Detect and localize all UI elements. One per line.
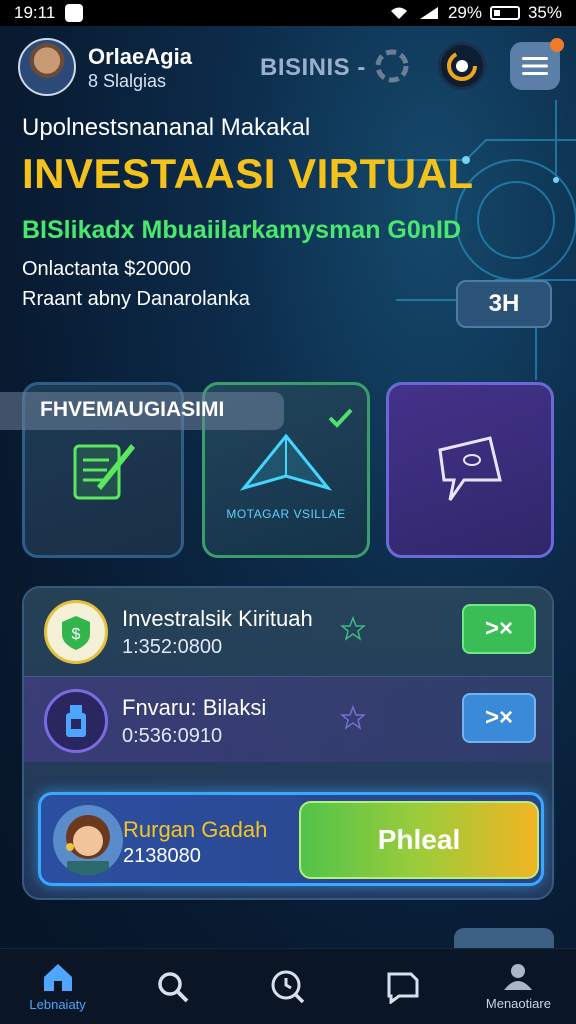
app-notification-icon bbox=[65, 4, 84, 22]
coin-icon[interactable] bbox=[438, 42, 486, 90]
brand-label[interactable]: BISINIS - bbox=[260, 54, 366, 82]
paper-plane-icon bbox=[239, 433, 333, 491]
wifi-icon bbox=[390, 7, 407, 19]
star-icon[interactable] bbox=[340, 705, 366, 731]
chat-icon bbox=[387, 972, 419, 1004]
hero-subtitle: BISlikadx Mbuaiilarkamysman G0nID bbox=[22, 216, 462, 244]
nav-label: Menaotiare bbox=[485, 996, 551, 1011]
money-shield-icon: $ bbox=[44, 600, 108, 664]
user-name: OrlaeAgia bbox=[88, 44, 192, 69]
row-action-button[interactable]: >× bbox=[462, 604, 536, 654]
battery-percent-right: 35% bbox=[527, 3, 562, 22]
row-title: Fnvaru: Bilaksi bbox=[122, 695, 267, 720]
category-label: FHVEMAUGIASIMI bbox=[40, 398, 225, 421]
cta-button[interactable]: Phleal bbox=[299, 801, 539, 879]
battery-percent: 29% bbox=[447, 3, 482, 22]
home-icon bbox=[43, 964, 72, 991]
time-filter-button[interactable]: 3H bbox=[456, 280, 552, 328]
header: OrlaeAgia 8 Slalgias BISINIS - bbox=[0, 34, 576, 100]
hamburger-icon bbox=[522, 57, 548, 75]
status-time: 19:11 bbox=[14, 3, 56, 22]
nav-item-search[interactable] bbox=[115, 949, 230, 1024]
battery-icon bbox=[489, 6, 520, 20]
row-action-button[interactable]: >× bbox=[462, 693, 536, 743]
list-item-featured[interactable]: Rurgan Gadah 2138080 Phleal bbox=[38, 792, 544, 886]
row-title: Rurgan Gadah bbox=[123, 817, 268, 842]
nav-label: Lebnaiaty bbox=[29, 997, 86, 1012]
check-icon bbox=[328, 408, 353, 428]
list-item[interactable]: $ Investralsik Kirituah 1:352:0800 >× bbox=[24, 588, 552, 674]
avatar[interactable] bbox=[18, 38, 76, 96]
refresh-icon[interactable] bbox=[368, 42, 416, 90]
hero-eyebrow: Upolnestsnananal Makakal bbox=[22, 114, 311, 141]
document-pen-icon bbox=[73, 444, 135, 500]
map-flag-icon bbox=[438, 436, 502, 501]
nav-item-messages[interactable] bbox=[346, 949, 461, 1024]
card-caption: MOTAGAR VSILLAE bbox=[226, 507, 346, 521]
row-value: 2138080 bbox=[123, 845, 201, 867]
hero-description: Rraant abny Danarolanka bbox=[22, 288, 250, 310]
nav-item-profile[interactable]: Menaotiare bbox=[461, 949, 576, 1024]
investment-list: $ Investralsik Kirituah 1:352:0800 >× Fn… bbox=[22, 586, 554, 900]
notification-dot bbox=[550, 38, 564, 52]
menu-button[interactable] bbox=[510, 38, 564, 90]
clock-search-icon bbox=[271, 970, 305, 1003]
user-subtitle: 8 Slalgias bbox=[88, 71, 167, 91]
profile-icon bbox=[504, 964, 533, 990]
bottom-nav: Lebnaiaty Menaotiare bbox=[0, 948, 576, 1024]
svg-text:$: $ bbox=[72, 626, 81, 643]
status-bar: 19:11 29% 35% bbox=[0, 0, 576, 26]
list-item[interactable]: Fnvaru: Bilaksi 0:536:0910 >× bbox=[24, 676, 552, 762]
bottle-icon bbox=[44, 689, 108, 753]
row-value: 0:536:0910 bbox=[122, 725, 223, 747]
nav-item-home[interactable]: Lebnaiaty bbox=[0, 949, 115, 1024]
signal-icon bbox=[419, 7, 438, 19]
search-icon bbox=[158, 971, 189, 1002]
row-title: Investralsik Kirituah bbox=[122, 606, 313, 631]
nav-item-history[interactable] bbox=[230, 949, 345, 1024]
row-value: 1:352:0800 bbox=[122, 636, 223, 658]
balance-text: Onlactanta $20000 bbox=[22, 258, 192, 280]
star-icon[interactable] bbox=[340, 616, 366, 642]
avatar bbox=[53, 805, 123, 875]
page-title: INVESTAASI VIRTUAL bbox=[22, 150, 474, 197]
category-card-map[interactable] bbox=[386, 382, 554, 558]
